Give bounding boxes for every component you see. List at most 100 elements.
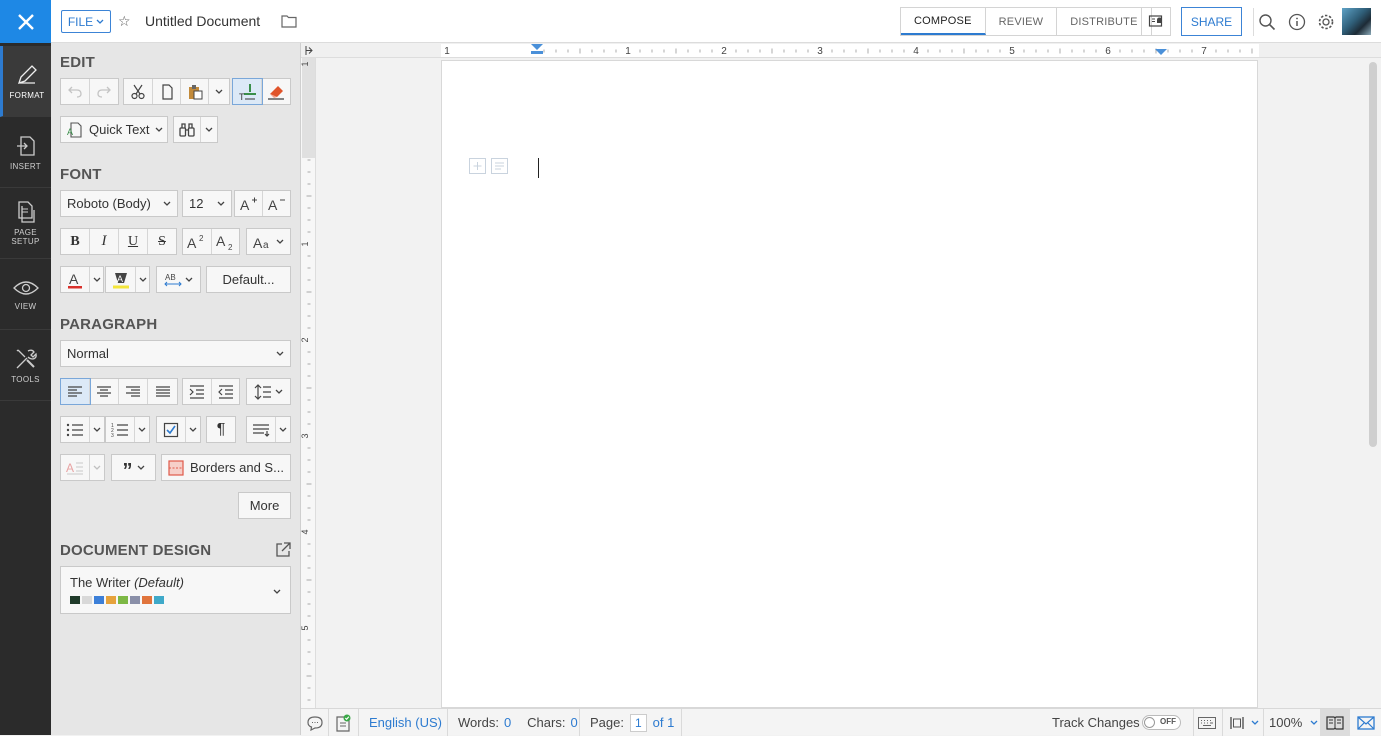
clear-formatting-button[interactable] (262, 79, 290, 104)
page-total: of 1 (652, 715, 675, 730)
info-icon[interactable] (1284, 9, 1310, 35)
block-options-icon[interactable] (491, 158, 508, 174)
numbered-list-button[interactable]: 123 (106, 417, 135, 442)
subscript-button[interactable]: A2 (212, 229, 239, 254)
tab-compose[interactable]: COMPOSE (901, 8, 986, 35)
decrease-indent-button[interactable] (212, 379, 239, 404)
document-page[interactable] (441, 60, 1258, 708)
font-color-dropdown[interactable] (90, 267, 103, 292)
find-button[interactable] (174, 117, 201, 142)
word-count[interactable]: Words: 0 Chars: 0 (458, 709, 578, 736)
tab-distribute[interactable]: DISTRIBUTE (1057, 8, 1150, 35)
open-external-icon[interactable] (275, 542, 291, 558)
paragraph-spacing-button[interactable] (247, 417, 276, 442)
print-layout-button[interactable] (1320, 709, 1350, 736)
nav-item-insert[interactable]: INSERT (0, 117, 51, 188)
paste-options-dropdown[interactable] (209, 79, 229, 104)
default-font-button[interactable]: Default... (206, 266, 291, 293)
vertical-ruler[interactable]: 1 1 2 3 4 5 (301, 58, 316, 708)
chevron-down-icon (93, 427, 101, 432)
avatar[interactable] (1342, 8, 1371, 35)
drop-cap-button[interactable]: A (61, 455, 90, 480)
svg-text:A: A (216, 234, 226, 249)
checklist-dropdown[interactable] (186, 417, 200, 442)
bullet-list-button[interactable] (61, 417, 90, 442)
folder-icon[interactable] (281, 14, 297, 28)
decrease-font-button[interactable]: A (263, 191, 290, 216)
page-view-dropdown[interactable] (1229, 709, 1259, 736)
zoom-dropdown[interactable]: 100% (1269, 709, 1318, 736)
justify-button[interactable] (148, 379, 177, 404)
copy-button[interactable] (153, 79, 181, 104)
document-design-select[interactable]: The Writer (Default) (60, 566, 291, 614)
tab-review[interactable]: REVIEW (986, 8, 1058, 35)
divider (358, 709, 359, 736)
font-family-select[interactable]: Roboto (Body) (60, 190, 178, 217)
numbered-list-dropdown[interactable] (135, 417, 149, 442)
ruler-number: 7 (1201, 46, 1207, 57)
nav-item-tools[interactable]: TOOLS (0, 330, 51, 401)
ruler-page-band (441, 44, 1259, 57)
nav-item-page-setup[interactable]: PAGE SETUP (0, 188, 51, 259)
cut-button[interactable] (124, 79, 153, 104)
language-selector[interactable]: English (US) (369, 709, 442, 736)
character-spacing-dropdown[interactable]: AB (157, 267, 200, 292)
underline-button[interactable]: U (119, 229, 148, 254)
document-title[interactable]: Untitled Document (145, 13, 260, 29)
file-menu-button[interactable]: FILE (61, 10, 111, 33)
align-right-button[interactable] (119, 379, 148, 404)
top-bar: FILE ☆ Untitled Document COMPOSE REVIEW … (0, 0, 1381, 43)
vertical-scrollbar[interactable] (1369, 62, 1377, 447)
increase-indent-button[interactable] (183, 379, 212, 404)
change-case-dropdown[interactable]: Aa (247, 229, 290, 254)
gear-icon[interactable] (1313, 9, 1339, 35)
format-painter-button[interactable]: T (232, 78, 263, 105)
paragraph-spacing-dropdown[interactable] (276, 417, 290, 442)
notifications-button[interactable] (1141, 7, 1171, 36)
undo-button[interactable] (61, 79, 90, 104)
align-left-button[interactable] (60, 378, 91, 405)
highlight-button[interactable]: A (106, 267, 136, 292)
nav-item-format[interactable]: FORMAT (0, 46, 51, 117)
search-icon[interactable] (1254, 9, 1280, 35)
favorite-star-icon[interactable]: ☆ (118, 13, 131, 30)
more-button[interactable]: More (238, 492, 291, 519)
paragraph-style-select[interactable]: Normal (60, 340, 291, 367)
quote-dropdown[interactable]: ” (112, 455, 155, 481)
borders-and-shading-button[interactable]: Borders and S... (161, 454, 291, 481)
close-button[interactable] (0, 0, 51, 43)
superscript-button[interactable]: A2 (183, 229, 212, 254)
drop-cap-dropdown[interactable] (90, 455, 104, 480)
quick-text-dropdown[interactable]: A Quick Text (61, 117, 167, 142)
paste-button[interactable] (181, 79, 209, 104)
keyboard-icon[interactable] (1198, 709, 1216, 736)
page-input[interactable]: 1 (629, 713, 647, 732)
redo-button[interactable] (90, 79, 118, 104)
font-color-button[interactable]: A (61, 267, 90, 292)
section-title-document-design: DOCUMENT DESIGN (60, 542, 212, 559)
nav-item-view[interactable]: VIEW (0, 259, 51, 330)
comments-icon[interactable] (307, 709, 323, 736)
highlight-dropdown[interactable] (136, 267, 149, 292)
track-changes-toggle[interactable]: OFF (1142, 709, 1181, 736)
horizontal-ruler[interactable]: 1 1 2 3 4 5 6 7 (301, 43, 1381, 58)
show-formatting-marks-button[interactable]: ¶ (206, 416, 236, 443)
font-family-value: Roboto (Body) (67, 196, 151, 211)
ruler-number: 3 (817, 46, 823, 57)
line-spacing-dropdown[interactable] (247, 379, 290, 404)
find-options-dropdown[interactable] (201, 117, 217, 142)
insert-icon (16, 135, 35, 156)
bullet-list-dropdown[interactable] (90, 417, 104, 442)
document-check-icon[interactable] (335, 709, 351, 736)
increase-font-button[interactable]: A (235, 191, 263, 216)
highlight-group: A (105, 266, 150, 293)
checklist-button[interactable] (157, 417, 186, 442)
strikethrough-button[interactable]: S (148, 229, 176, 254)
share-button[interactable]: SHARE (1181, 7, 1242, 36)
italic-button[interactable]: I (90, 229, 119, 254)
bold-button[interactable]: B (61, 229, 90, 254)
align-center-button[interactable] (90, 379, 119, 404)
font-size-select[interactable]: 12 (182, 190, 232, 217)
add-block-icon[interactable] (469, 158, 486, 174)
email-layout-button[interactable] (1350, 709, 1381, 736)
